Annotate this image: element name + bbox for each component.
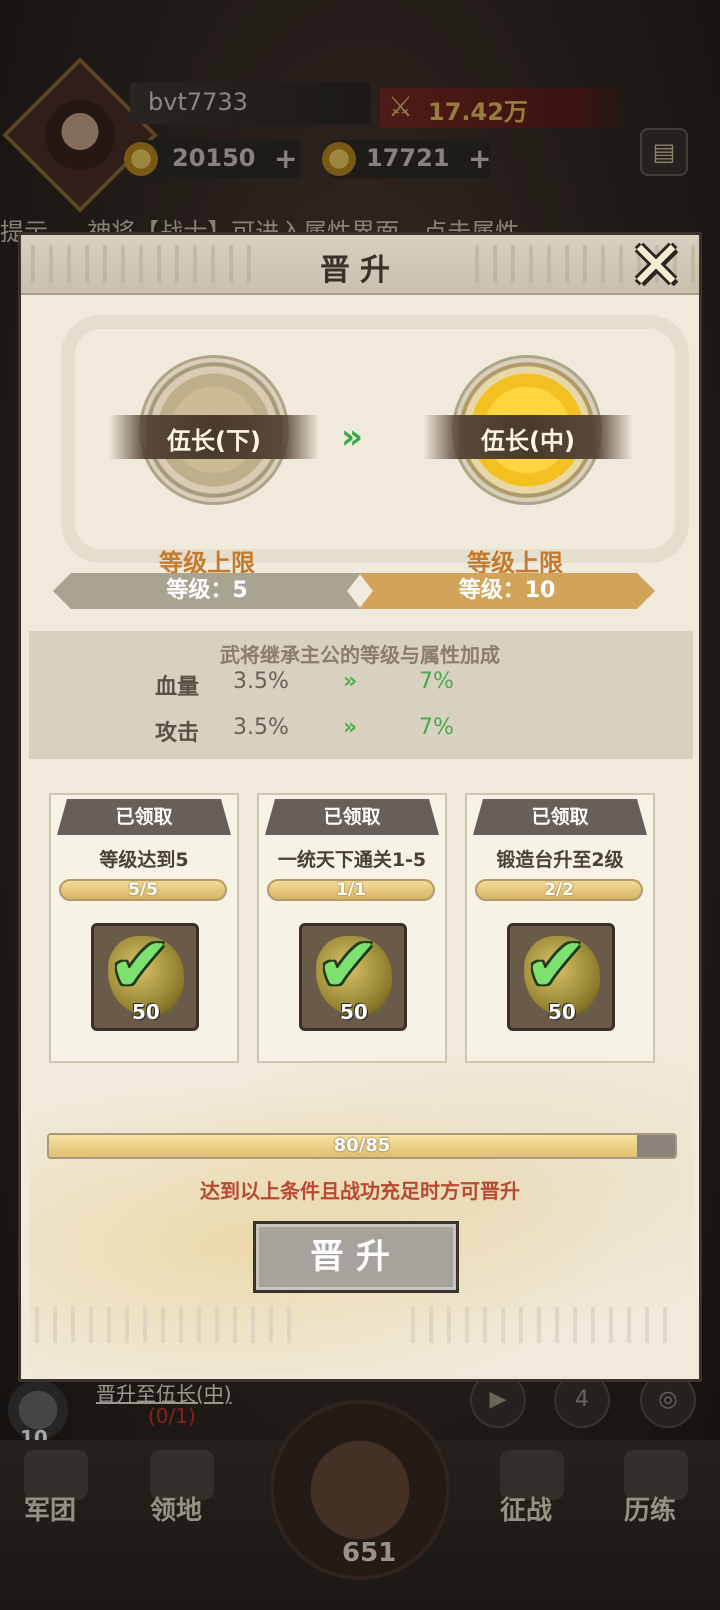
green-arrow-icon: » bbox=[343, 715, 357, 740]
bonus-label-atk: 攻击 bbox=[155, 721, 200, 746]
checkmark-icon: ✔ bbox=[316, 920, 380, 1009]
footer-pattern-right bbox=[411, 1307, 671, 1343]
next-level-cap: 等级：10 bbox=[359, 573, 655, 609]
reward-slot[interactable]: ✔ 50 bbox=[91, 920, 199, 1031]
double-arrow-icon: » bbox=[341, 417, 363, 457]
bonus-label-hp: 血量 bbox=[155, 675, 200, 700]
close-button[interactable]: ✕ bbox=[621, 235, 691, 299]
bonus-hp-from: 3.5% bbox=[233, 669, 289, 694]
bonus-title: 武将继承主公的等级与属性加成 bbox=[220, 643, 500, 667]
condition-text: 锻造台升至2级 bbox=[496, 849, 624, 871]
footer-pattern-left bbox=[35, 1307, 295, 1343]
next-rank: 伍长(中) bbox=[481, 427, 575, 455]
reward-quantity: 50 bbox=[340, 1000, 368, 1024]
bonus-atk-from: 3.5% bbox=[233, 715, 289, 740]
current-rank: 伍长(下) bbox=[167, 427, 261, 455]
claimed-tag: 已领取 bbox=[473, 799, 647, 835]
claimed-tag: 已领取 bbox=[57, 799, 231, 835]
dialog-title: 晋升 bbox=[320, 253, 400, 288]
condition-card: 已领取 等级达到5 5/5 ✔ 50 bbox=[49, 793, 239, 1063]
checkmark-icon: ✔ bbox=[108, 920, 172, 1009]
condition-progress: 1/1 bbox=[267, 879, 435, 901]
promotion-dialog: 晋升 ✕ 伍长(下) » 伍长(中) 等级上限 等级上限 等级：5 等级：10 … bbox=[18, 232, 702, 1382]
reward-slot[interactable]: ✔ 50 bbox=[299, 920, 407, 1031]
condition-text: 一统天下通关1-5 bbox=[277, 849, 427, 871]
promote-button[interactable]: 晋升 bbox=[253, 1221, 459, 1293]
claimed-tag: 已领取 bbox=[265, 799, 439, 835]
green-arrow-icon: » bbox=[343, 669, 357, 694]
dialog-header: 晋升 bbox=[21, 235, 699, 295]
next-limit-label: 等级上限 bbox=[467, 549, 563, 577]
condition-progress: 5/5 bbox=[59, 879, 227, 901]
merit-progress-text: 80/85 bbox=[333, 1135, 391, 1156]
current-limit-label: 等级上限 bbox=[159, 549, 255, 577]
bonus-hp-to: 7% bbox=[419, 669, 454, 694]
reward-slot[interactable]: ✔ 50 bbox=[507, 920, 615, 1031]
bonus-atk-to: 7% bbox=[419, 715, 454, 740]
reward-quantity: 50 bbox=[548, 1000, 576, 1024]
condition-card: 已领取 锻造台升至2级 2/2 ✔ 50 bbox=[465, 793, 655, 1063]
condition-text: 等级达到5 bbox=[99, 849, 189, 871]
promotion-hint: 达到以上条件且战功充足时方可晋升 bbox=[200, 1179, 520, 1203]
current-level-cap: 等级：5 bbox=[53, 573, 361, 609]
condition-card: 已领取 一统天下通关1-5 1/1 ✔ 50 bbox=[257, 793, 447, 1063]
checkmark-icon: ✔ bbox=[524, 920, 588, 1009]
condition-progress: 2/2 bbox=[475, 879, 643, 901]
reward-quantity: 50 bbox=[132, 1000, 160, 1024]
